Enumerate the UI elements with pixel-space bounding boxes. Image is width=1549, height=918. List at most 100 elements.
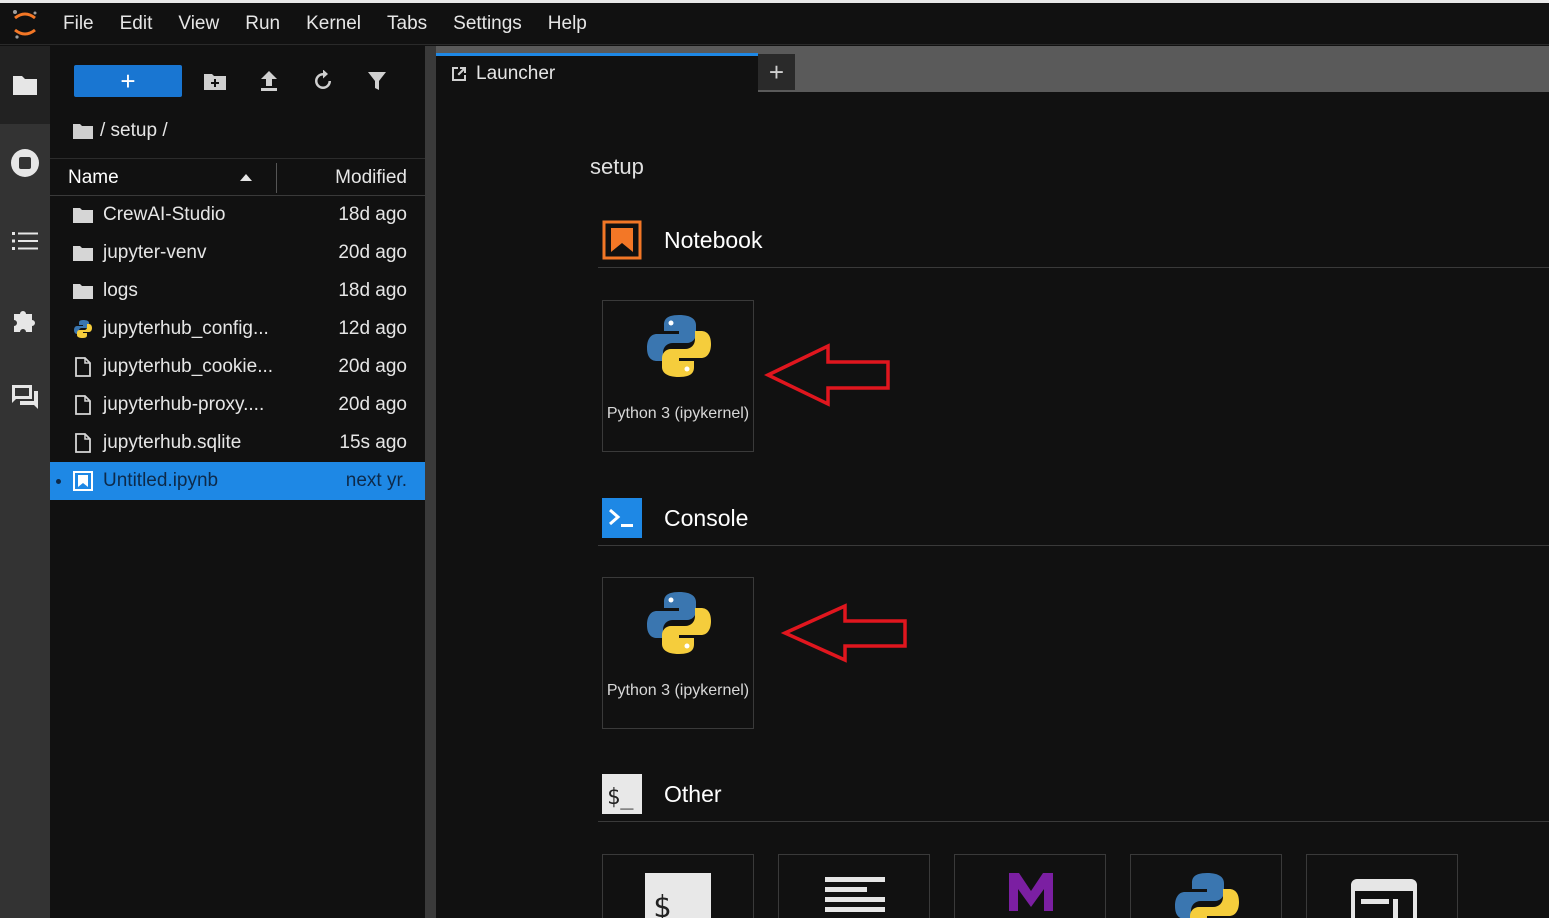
column-header-modified[interactable]: Modified [335, 159, 407, 197]
notebook-file-icon [72, 471, 94, 491]
file-name: jupyterhub_config... [103, 318, 269, 339]
refresh-button[interactable] [310, 68, 336, 94]
upload-icon [261, 71, 277, 91]
file-browser-panel: + / setup / Name Modified CrewAI-Studio … [50, 46, 425, 918]
menu-bar: File Edit View Run Kernel Tabs Settings … [0, 3, 1549, 45]
tab-bar: Launcher + [436, 46, 1549, 92]
notebook-section-header: Notebook [598, 212, 1549, 268]
file-name: jupyter-venv [103, 242, 207, 263]
console-section-header: Console [598, 490, 1549, 546]
file-name: Untitled.ipynb [103, 470, 219, 491]
upload-button[interactable] [256, 68, 282, 94]
terminal-card[interactable]: $ [602, 854, 754, 918]
file-name: jupyterhub-proxy.... [103, 394, 265, 415]
file-modified: 15s ago [339, 432, 407, 453]
python-logo-icon [647, 592, 711, 654]
text-file-icon [825, 877, 885, 912]
section-title: Console [664, 505, 749, 531]
launcher-cwd: setup [590, 154, 644, 179]
add-tab-button[interactable]: + [758, 54, 795, 90]
chat-tab-button[interactable] [0, 358, 50, 436]
filter-button[interactable] [364, 68, 390, 94]
folder-icon [72, 281, 94, 301]
contextual-help-card[interactable] [1306, 854, 1458, 918]
section-title: Notebook [664, 227, 763, 253]
running-icon [11, 149, 39, 177]
list-item[interactable]: jupyter-venv 20d ago [50, 234, 425, 272]
file-modified: 18d ago [338, 204, 407, 225]
python-logo-icon [1175, 873, 1239, 918]
list-item-selected[interactable]: Untitled.ipynb next yr. [50, 462, 425, 500]
sort-ascending-icon [240, 174, 252, 181]
folder-icon [73, 124, 93, 139]
menu-run[interactable]: Run [232, 3, 293, 45]
console-python3-card[interactable]: Python 3 (ipykernel) [602, 577, 754, 729]
other-section-header: $_ Other [598, 766, 1549, 822]
column-divider[interactable] [276, 163, 277, 193]
markdown-icon [1009, 873, 1053, 911]
menu-help[interactable]: Help [535, 3, 600, 45]
svg-text:$: $ [653, 890, 671, 918]
markdown-file-card[interactable] [954, 854, 1106, 918]
breadcrumb[interactable]: / setup / [72, 118, 168, 144]
extension-icon [14, 311, 35, 332]
new-launcher-button[interactable]: + [74, 65, 182, 97]
file-name: CrewAI-Studio [103, 204, 226, 225]
jupyter-logo-icon [0, 3, 50, 45]
terminal-icon: $_ [602, 774, 642, 814]
file-modified: next yr. [345, 470, 407, 491]
python-logo-icon [647, 315, 711, 377]
menu-edit[interactable]: Edit [107, 3, 166, 45]
file-list: CrewAI-Studio 18d ago jupyter-venv 20d a… [50, 196, 425, 500]
python-file-icon [72, 319, 94, 339]
file-icon [72, 357, 94, 377]
menu-file[interactable]: File [50, 3, 107, 45]
file-modified: 20d ago [338, 356, 407, 377]
svg-text:$_: $_ [607, 785, 634, 810]
menu-kernel[interactable]: Kernel [293, 3, 374, 45]
launcher-panel: setup Notebook Python 3 (ipykernel) Cons… [436, 100, 1549, 918]
menu-tabs[interactable]: Tabs [374, 3, 440, 45]
column-header-name[interactable]: Name [68, 159, 119, 197]
extension-manager-tab-button[interactable] [0, 280, 50, 358]
folder-icon [72, 205, 94, 225]
console-icon [602, 498, 642, 538]
tab-label: Launcher [476, 63, 556, 84]
panel-splitter[interactable] [425, 46, 436, 918]
breadcrumb-path[interactable]: / setup / [100, 120, 168, 142]
list-item[interactable]: jupyterhub_cookie... 20d ago [50, 348, 425, 386]
file-modified: 12d ago [338, 318, 407, 339]
folder-icon [13, 76, 37, 95]
file-name: logs [103, 280, 138, 301]
card-label: Python 3 (ipykernel) [606, 682, 750, 699]
text-file-card[interactable] [778, 854, 930, 918]
card-label: Python 3 (ipykernel) [606, 405, 750, 422]
notebook-icon [602, 220, 642, 260]
file-browser-tab-button[interactable] [0, 46, 50, 124]
file-browser-toolbar: + [50, 46, 425, 116]
file-name: jupyterhub_cookie... [103, 356, 274, 377]
list-item[interactable]: jupyterhub.sqlite 15s ago [50, 424, 425, 462]
file-name: jupyterhub.sqlite [103, 432, 242, 453]
notebook-python3-card[interactable]: Python 3 (ipykernel) [602, 300, 754, 452]
toc-icon [12, 232, 38, 250]
list-item[interactable]: logs 18d ago [50, 272, 425, 310]
list-item[interactable]: jupyterhub-proxy.... 20d ago [50, 386, 425, 424]
tab-launcher[interactable]: Launcher [436, 53, 758, 92]
file-modified: 18d ago [338, 280, 407, 301]
running-sessions-tab-button[interactable] [0, 124, 50, 202]
menu-settings[interactable]: Settings [440, 3, 535, 45]
menu-view[interactable]: View [165, 3, 232, 45]
list-item[interactable]: jupyterhub_config... 12d ago [50, 310, 425, 348]
table-of-contents-tab-button[interactable] [0, 202, 50, 280]
chat-icon [12, 385, 38, 409]
python-file-card[interactable] [1130, 854, 1282, 918]
file-icon [72, 433, 94, 453]
file-icon [72, 395, 94, 415]
list-item[interactable]: CrewAI-Studio 18d ago [50, 196, 425, 234]
refresh-icon [315, 70, 331, 89]
folder-icon [72, 243, 94, 263]
filter-icon [368, 72, 386, 90]
new-folder-button[interactable] [202, 68, 228, 94]
annotation-arrow-icon [764, 343, 890, 407]
